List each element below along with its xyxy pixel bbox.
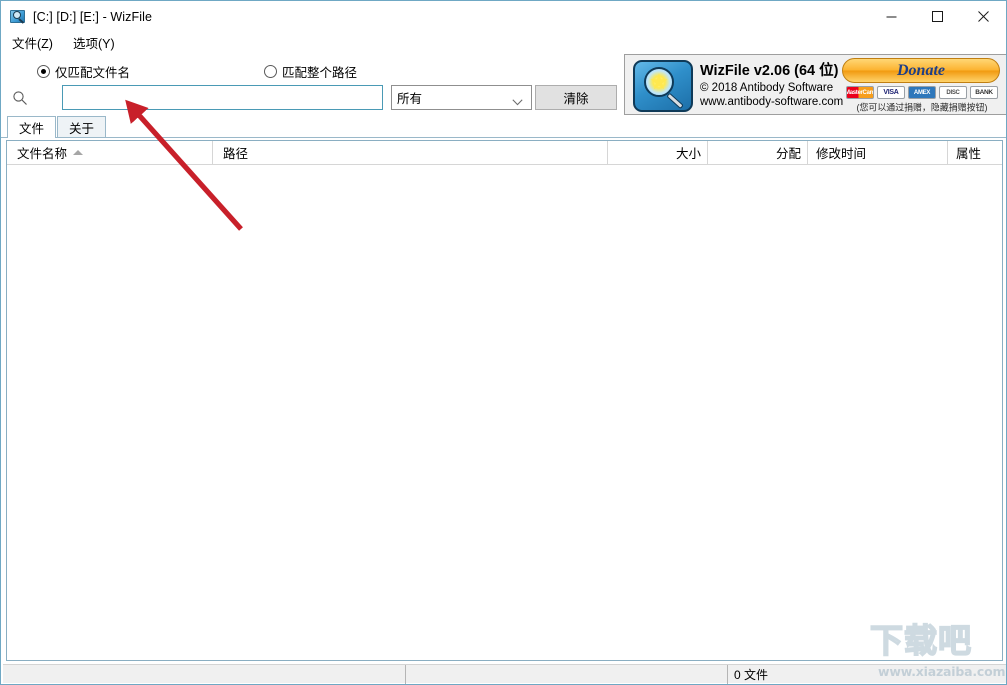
file-type-filter-value: 所有	[397, 92, 423, 106]
wizfile-window: [C:] [D:] [E:] - WizFile 文件(Z) 选项(Y) 仅匹配…	[0, 0, 1007, 685]
title-bar: [C:] [D:] [E:] - WizFile	[1, 1, 1006, 32]
menu-file[interactable]: 文件(Z)	[9, 31, 62, 55]
status-bar: 0 文件	[3, 664, 1006, 684]
brand-text-block: WizFile v2.06 (64 位) © 2018 Antibody Sof…	[700, 59, 843, 108]
sort-ascending-icon	[73, 150, 84, 155]
maximize-icon	[931, 10, 943, 22]
radio-match-filename-only[interactable]: 仅匹配文件名	[37, 62, 130, 81]
file-type-filter-select[interactable]: 所有	[391, 85, 532, 110]
column-header-modified[interactable]: 修改时间	[808, 141, 948, 164]
radio-indicator-filename	[37, 65, 50, 78]
search-icon	[12, 90, 28, 106]
radio-indicator-fullpath	[264, 65, 278, 78]
window-controls	[868, 1, 1006, 31]
visa-icon: VISA	[877, 86, 905, 99]
file-list-header: 文件名称 路径 大小 分配 修改时间 属性	[7, 141, 1002, 165]
close-button[interactable]	[960, 1, 1006, 31]
menu-options[interactable]: 选项(Y)	[70, 31, 124, 55]
file-list-body[interactable]	[7, 165, 1002, 660]
status-middle	[406, 664, 728, 684]
radio-label-filename: 仅匹配文件名	[55, 66, 131, 80]
column-header-allocated[interactable]: 分配	[708, 141, 808, 164]
bank-icon: BANK	[970, 86, 998, 99]
brand-panel: WizFile v2.06 (64 位) © 2018 Antibody Sof…	[624, 54, 1006, 115]
menu-bar: 文件(Z) 选项(Y)	[1, 32, 1006, 54]
minimize-icon	[886, 16, 896, 17]
discover-icon: DISC	[939, 86, 967, 99]
tab-files[interactable]: 文件	[7, 116, 57, 138]
status-file-count: 0 文件	[734, 667, 769, 682]
column-header-filename-label: 文件名称	[17, 147, 68, 161]
match-mode-group: 仅匹配文件名 匹配整个路径	[37, 62, 357, 81]
file-list: 文件名称 路径 大小 分配 修改时间 属性	[6, 140, 1003, 661]
donate-box: Donate MasterCard VISA AMEX DISC BANK (您…	[842, 58, 1002, 114]
amex-icon: AMEX	[908, 86, 936, 99]
brand-website[interactable]: www.antibody-software.com	[700, 96, 843, 108]
tab-strip: 文件 关于	[1, 116, 1006, 138]
minimize-button[interactable]	[868, 1, 914, 31]
donate-button[interactable]: Donate	[842, 58, 1000, 83]
column-header-attributes[interactable]: 属性	[948, 141, 1002, 164]
brand-product-title: WizFile v2.06 (64 位)	[700, 63, 839, 79]
brand-copyright: © 2018 Antibody Software	[700, 82, 834, 94]
maximize-button[interactable]	[914, 1, 960, 31]
status-left	[3, 664, 406, 684]
column-header-path[interactable]: 路径	[213, 141, 608, 164]
column-header-size[interactable]: 大小	[608, 141, 708, 164]
window-title: [C:] [D:] [E:] - WizFile	[33, 9, 153, 24]
chevron-down-icon	[512, 95, 523, 109]
radio-match-full-path[interactable]: 匹配整个路径	[264, 62, 357, 81]
donate-note: (您可以通过捐赠，隐藏捐赠按钮)	[856, 102, 988, 114]
mastercard-icon: MasterCard	[846, 86, 874, 99]
wizfile-app-icon	[10, 9, 26, 25]
column-header-filename[interactable]: 文件名称	[7, 141, 213, 164]
tab-about[interactable]: 关于	[57, 116, 107, 137]
close-icon	[977, 10, 989, 22]
search-input[interactable]	[62, 85, 383, 110]
payment-card-icons: MasterCard VISA AMEX DISC BANK	[842, 86, 1002, 99]
clear-button[interactable]: 清除	[535, 85, 617, 110]
radio-label-fullpath: 匹配整个路径	[282, 66, 358, 80]
wizfile-logo-icon	[633, 60, 693, 112]
